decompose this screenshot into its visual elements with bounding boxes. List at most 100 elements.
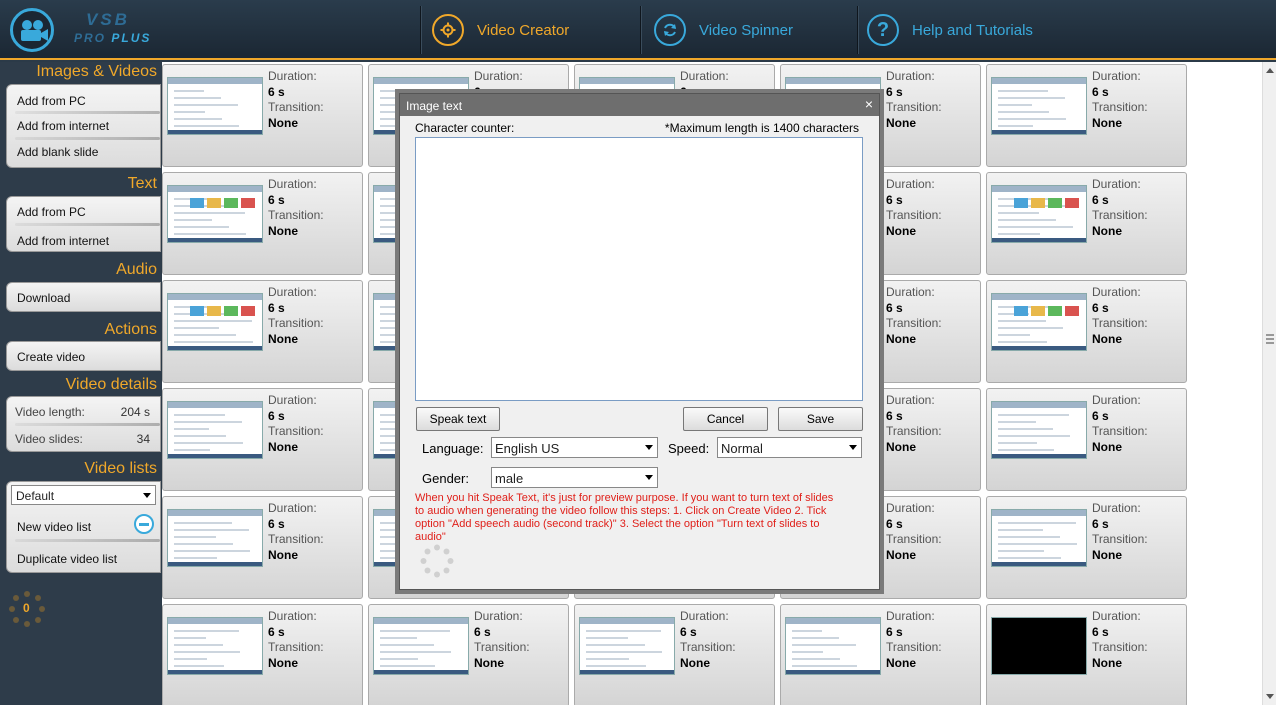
slide-thumbnail[interactable] — [991, 77, 1087, 135]
nav-video-spinner[interactable]: Video Spinner — [654, 12, 793, 48]
slide-thumbnail[interactable] — [167, 77, 263, 135]
download-audio-button[interactable]: Download — [17, 291, 70, 305]
slide-thumbnail[interactable] — [991, 401, 1087, 459]
slide-transition-value: None — [268, 439, 298, 454]
gender-select[interactable]: male — [491, 467, 658, 488]
slide-thumbnail[interactable] — [167, 401, 263, 459]
nav-separator — [857, 6, 859, 54]
slide-duration-value: 6 s — [474, 624, 491, 639]
slide-card[interactable]: Duration:6 sTransition:None — [986, 64, 1187, 167]
add-text-from-pc-button[interactable]: Add from PC — [17, 205, 86, 219]
slide-transition-value: None — [886, 547, 916, 562]
slide-duration-value: 6 s — [1092, 624, 1109, 639]
slide-transition-label: Transition: — [1092, 640, 1148, 654]
slide-thumbnail[interactable] — [373, 617, 469, 675]
add-blank-slide-button[interactable]: Add blank slide — [17, 145, 98, 159]
image-text-input[interactable] — [415, 137, 863, 401]
slide-thumbnail[interactable] — [167, 185, 263, 243]
slide-info: Duration:6 sTransition:None — [1092, 69, 1148, 131]
text-title: Text — [127, 175, 157, 192]
slide-thumbnail[interactable] — [167, 509, 263, 567]
slide-info: Duration:6 sTransition:None — [268, 501, 324, 563]
slide-info: Duration:6 sTransition:None — [474, 609, 530, 671]
chevron-down-icon — [143, 493, 151, 498]
slide-card[interactable]: Duration:6 sTransition:None — [162, 280, 363, 383]
add-text-from-internet-button[interactable]: Add from internet — [17, 234, 109, 248]
nav-help-tutorials-label: Help and Tutorials — [912, 21, 1033, 39]
slide-card[interactable]: Duration:6 sTransition:None — [780, 604, 981, 705]
slide-card[interactable]: Duration:6 sTransition:None — [574, 604, 775, 705]
slide-thumbnail[interactable] — [167, 293, 263, 351]
scroll-grip-icon[interactable] — [1266, 334, 1274, 344]
slide-duration-value: 6 s — [886, 408, 903, 423]
slide-transition-label: Transition: — [268, 532, 324, 546]
save-button[interactable]: Save — [778, 407, 863, 431]
nav-separator — [420, 6, 422, 54]
slide-card[interactable]: Duration:6 sTransition:None — [162, 172, 363, 275]
slide-duration-value: 6 s — [886, 192, 903, 207]
slide-card[interactable]: Duration:6 sTransition:None — [162, 604, 363, 705]
slide-transition-label: Transition: — [268, 208, 324, 222]
nav-help-tutorials[interactable]: ? Help and Tutorials — [867, 12, 1033, 48]
slide-card[interactable]: Duration:6 sTransition:None — [162, 496, 363, 599]
slide-card[interactable]: Duration:6 sTransition:None — [986, 280, 1187, 383]
slide-transition-value: None — [268, 223, 298, 238]
speed-label: Speed: — [668, 441, 710, 456]
gear-icon — [432, 14, 464, 46]
slide-transition-value: None — [1092, 115, 1122, 130]
slide-transition-label: Transition: — [886, 316, 942, 330]
scroll-down-icon[interactable] — [1266, 694, 1274, 699]
language-select[interactable]: English US — [491, 437, 658, 458]
slide-duration-label: Duration: — [1092, 393, 1141, 407]
grid-scrollbar[interactable] — [1262, 62, 1276, 705]
slide-transition-value: None — [474, 655, 504, 670]
slide-info: Duration:6 sTransition:None — [680, 609, 736, 671]
cancel-button[interactable]: Cancel — [683, 407, 768, 431]
slide-transition-label: Transition: — [1092, 532, 1148, 546]
create-video-button[interactable]: Create video — [17, 350, 85, 364]
sidebar: Images & Videos Add from PC Add from int… — [0, 62, 161, 705]
video-list-select[interactable]: Default — [11, 485, 156, 505]
slide-duration-label: Duration: — [1092, 69, 1141, 83]
slide-card[interactable]: Duration:6 sTransition:None — [986, 388, 1187, 491]
video-lists-panel: Default New video list Duplicate video l… — [6, 481, 161, 573]
close-icon[interactable]: × — [865, 96, 873, 112]
slide-thumbnail[interactable] — [991, 617, 1087, 675]
slide-transition-value: None — [268, 547, 298, 562]
slide-info: Duration:6 sTransition:None — [268, 285, 324, 347]
slide-info: Duration:6 sTransition:None — [1092, 501, 1148, 563]
slide-info: Duration:6 sTransition:None — [268, 393, 324, 455]
slide-thumbnail[interactable] — [579, 617, 675, 675]
slide-duration-value: 6 s — [268, 516, 285, 531]
speak-text-button[interactable]: Speak text — [416, 407, 500, 431]
slide-thumbnail[interactable] — [991, 509, 1087, 567]
slide-card[interactable]: Duration:6 sTransition:None — [986, 172, 1187, 275]
slide-thumbnail[interactable] — [167, 617, 263, 675]
video-length-value: 204 s — [120, 405, 150, 419]
duplicate-video-list-button[interactable]: Duplicate video list — [17, 552, 117, 566]
scroll-up-icon[interactable] — [1266, 68, 1274, 73]
slide-duration-value: 6 s — [268, 192, 285, 207]
nav-video-creator[interactable]: Video Creator — [432, 12, 569, 48]
slide-duration-label: Duration: — [886, 285, 935, 299]
slide-card[interactable]: Duration:6 sTransition:None — [368, 604, 569, 705]
gender-label: Gender: — [422, 471, 469, 486]
slide-card[interactable]: Duration:6 sTransition:None — [986, 496, 1187, 599]
slide-card[interactable]: Duration:6 sTransition:None — [162, 388, 363, 491]
slide-card[interactable]: Duration:6 sTransition:None — [162, 64, 363, 167]
remove-icon[interactable] — [134, 514, 154, 534]
slide-thumbnail[interactable] — [991, 185, 1087, 243]
new-video-list-button[interactable]: New video list — [17, 520, 91, 534]
loading-spinner-icon — [420, 544, 454, 578]
speed-select[interactable]: Normal — [717, 437, 862, 458]
slide-thumbnail[interactable] — [785, 617, 881, 675]
add-image-from-internet-button[interactable]: Add from internet — [17, 119, 109, 133]
add-image-from-pc-button[interactable]: Add from PC — [17, 94, 86, 108]
slide-duration-value: 6 s — [886, 300, 903, 315]
brand-name: VSB — [86, 10, 130, 29]
slide-transition-label: Transition: — [474, 640, 530, 654]
slide-card[interactable]: Duration:6 sTransition:None — [986, 604, 1187, 705]
slide-transition-label: Transition: — [886, 424, 942, 438]
slide-duration-value: 6 s — [886, 624, 903, 639]
slide-thumbnail[interactable] — [991, 293, 1087, 351]
